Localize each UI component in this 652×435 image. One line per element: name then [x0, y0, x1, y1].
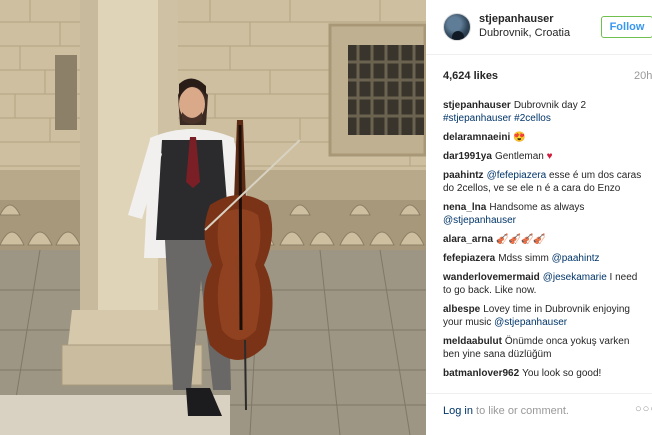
- comment-username[interactable]: alara_arna: [443, 234, 493, 245]
- follow-button[interactable]: Follow: [601, 16, 652, 38]
- comment-link[interactable]: @fefepiazera: [487, 170, 547, 181]
- comment-username[interactable]: paahintz: [443, 170, 484, 181]
- comment-username[interactable]: nena_lna: [443, 202, 486, 213]
- comment-text: Mdss simm: [498, 253, 552, 264]
- comment-link[interactable]: #2cellos: [514, 113, 551, 124]
- comment-username[interactable]: wanderlovemermaid: [443, 272, 540, 283]
- comment-text: You look so good!: [522, 368, 602, 379]
- comment-item: paahintz @fefepiazera esse é um dos caras…: [443, 169, 648, 195]
- post-time[interactable]: 20h: [634, 70, 652, 82]
- comment-item: nena_lna Handsome as always @stjepanhause…: [443, 201, 648, 227]
- comment-username[interactable]: fefepiazera: [443, 253, 495, 264]
- comment-item: wanderlovemermaid @jesekamarie I need to …: [443, 271, 648, 297]
- login-link[interactable]: Log in: [443, 405, 473, 417]
- post-header: stjepanhauser Dubrovnik, Croatia Follow: [426, 0, 652, 54]
- comment-username[interactable]: albespe: [443, 304, 480, 315]
- comment-item: alara_arna 🎻🎻🎻🎻: [443, 233, 648, 246]
- comment-text: Gentleman: [494, 151, 547, 162]
- post-photo[interactable]: [0, 0, 426, 435]
- footer-divider: [426, 393, 652, 394]
- author-username[interactable]: stjepanhauser: [479, 13, 554, 25]
- comment-text: 🎻🎻🎻🎻: [496, 234, 546, 245]
- comment-item: albespe Lovey time in Dubrovnik enjoying …: [443, 303, 648, 329]
- photo-cellist-illustration: [0, 0, 426, 435]
- heart-emoji: ♥: [546, 151, 553, 162]
- comment-item: stjepanhauser Dubrovnik day 2 #stjepanhau…: [443, 99, 648, 125]
- login-prompt-text: to like or comment.: [472, 405, 569, 417]
- comment-item: fefepiazera Mdss simm @paahintz: [443, 252, 648, 265]
- avatar[interactable]: [443, 13, 471, 41]
- login-prompt: Log in to like or comment.: [443, 405, 569, 417]
- post-sidebar: stjepanhauser Dubrovnik, Croatia Follow …: [426, 0, 652, 435]
- likes-count[interactable]: 4,624 likes: [443, 70, 498, 82]
- comment-item: dar1991ya Gentleman ♥: [443, 150, 648, 163]
- comment-username[interactable]: delaramnaeini: [443, 132, 510, 143]
- more-options-icon[interactable]: ○○○: [635, 403, 652, 415]
- comment-link[interactable]: #stjepanhauser: [443, 113, 511, 124]
- comment-list: stjepanhauser Dubrovnik day 2 #stjepanhau…: [443, 99, 648, 386]
- comment-text: 😍: [513, 132, 526, 143]
- comment-username[interactable]: meldaabulut: [443, 336, 502, 347]
- comment-username[interactable]: batmanlover962: [443, 368, 519, 379]
- post-location[interactable]: Dubrovnik, Croatia: [479, 27, 570, 39]
- comment-text: Dubrovnik day 2: [513, 100, 587, 111]
- header-divider: [426, 54, 652, 55]
- comment-link[interactable]: @paahintz: [552, 253, 600, 264]
- comment-link[interactable]: @stjepanhauser: [443, 215, 516, 226]
- comment-username[interactable]: stjepanhauser: [443, 100, 511, 111]
- comment-text: Handsome as always: [489, 202, 585, 213]
- comment-link[interactable]: @stjepanhauser: [494, 317, 567, 328]
- comment-link[interactable]: @jesekamarie: [543, 272, 607, 283]
- comment-item: meldaabulut Önümde onca yokuş varken ben …: [443, 335, 648, 361]
- comment-item: delaramnaeini 😍: [443, 131, 648, 144]
- comment-item: batmanlover962 You look so good!: [443, 367, 648, 380]
- comment-username[interactable]: dar1991ya: [443, 151, 492, 162]
